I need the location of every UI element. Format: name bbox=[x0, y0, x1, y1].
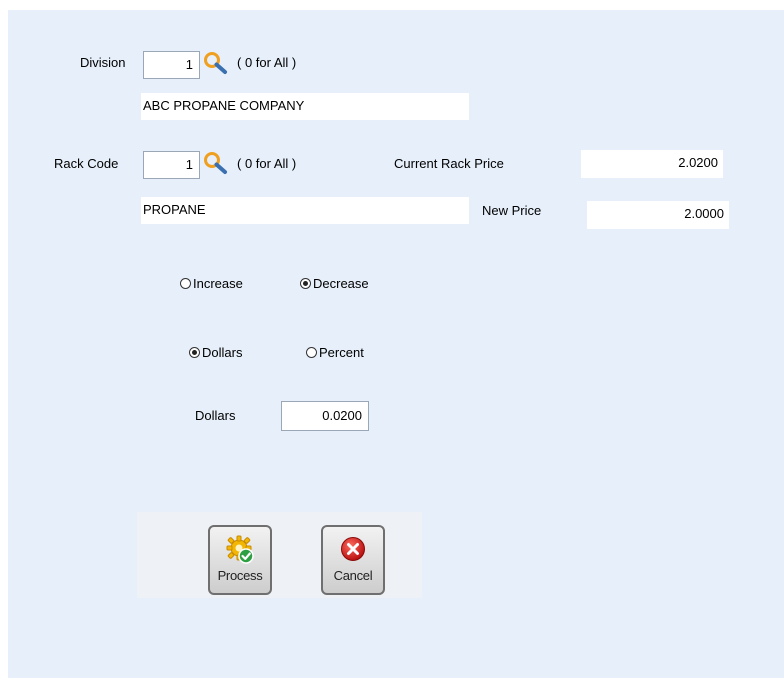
increase-radio-label: Increase bbox=[193, 276, 243, 291]
current-rack-price-label: Current Rack Price bbox=[394, 156, 504, 171]
process-button-label: Process bbox=[217, 568, 263, 583]
rack-code-label: Rack Code bbox=[54, 156, 119, 171]
percent-radio[interactable]: Percent bbox=[306, 345, 364, 360]
decrease-radio-label: Decrease bbox=[313, 276, 369, 291]
cancel-button-label: Cancel bbox=[333, 568, 373, 583]
division-search-icon[interactable] bbox=[203, 51, 229, 75]
cancel-x-icon bbox=[341, 537, 365, 561]
increase-radio-dot bbox=[180, 278, 191, 289]
division-name-field: ABC PROPANE COMPANY bbox=[141, 93, 469, 120]
increase-radio[interactable]: Increase bbox=[180, 276, 243, 291]
dollars-radio-dot bbox=[189, 347, 200, 358]
decrease-radio-dot bbox=[300, 278, 311, 289]
amount-label: Dollars bbox=[195, 408, 236, 423]
percent-radio-label: Percent bbox=[319, 345, 364, 360]
amount-input[interactable]: 0.0200 bbox=[281, 401, 369, 431]
division-hint: ( 0 for All ) bbox=[237, 55, 297, 70]
division-input[interactable]: 1 bbox=[143, 51, 200, 79]
new-price-label: New Price bbox=[482, 203, 542, 218]
current-rack-price-field: 2.0200 bbox=[581, 150, 723, 178]
new-price-field[interactable]: 2.0000 bbox=[587, 201, 729, 229]
dollars-radio-label: Dollars bbox=[202, 345, 243, 360]
percent-radio-dot bbox=[306, 347, 317, 358]
rack-code-input[interactable]: 1 bbox=[143, 151, 200, 179]
division-label: Division bbox=[80, 55, 126, 70]
decrease-radio[interactable]: Decrease bbox=[300, 276, 369, 291]
dollars-radio[interactable]: Dollars bbox=[189, 345, 242, 360]
rack-code-hint: ( 0 for All ) bbox=[237, 156, 297, 171]
process-button[interactable]: Process bbox=[208, 525, 272, 595]
rack-code-name-field: PROPANE bbox=[141, 197, 469, 224]
cancel-button[interactable]: Cancel bbox=[321, 525, 385, 595]
process-gear-icon bbox=[226, 535, 254, 564]
rack-code-search-icon[interactable] bbox=[203, 151, 229, 175]
